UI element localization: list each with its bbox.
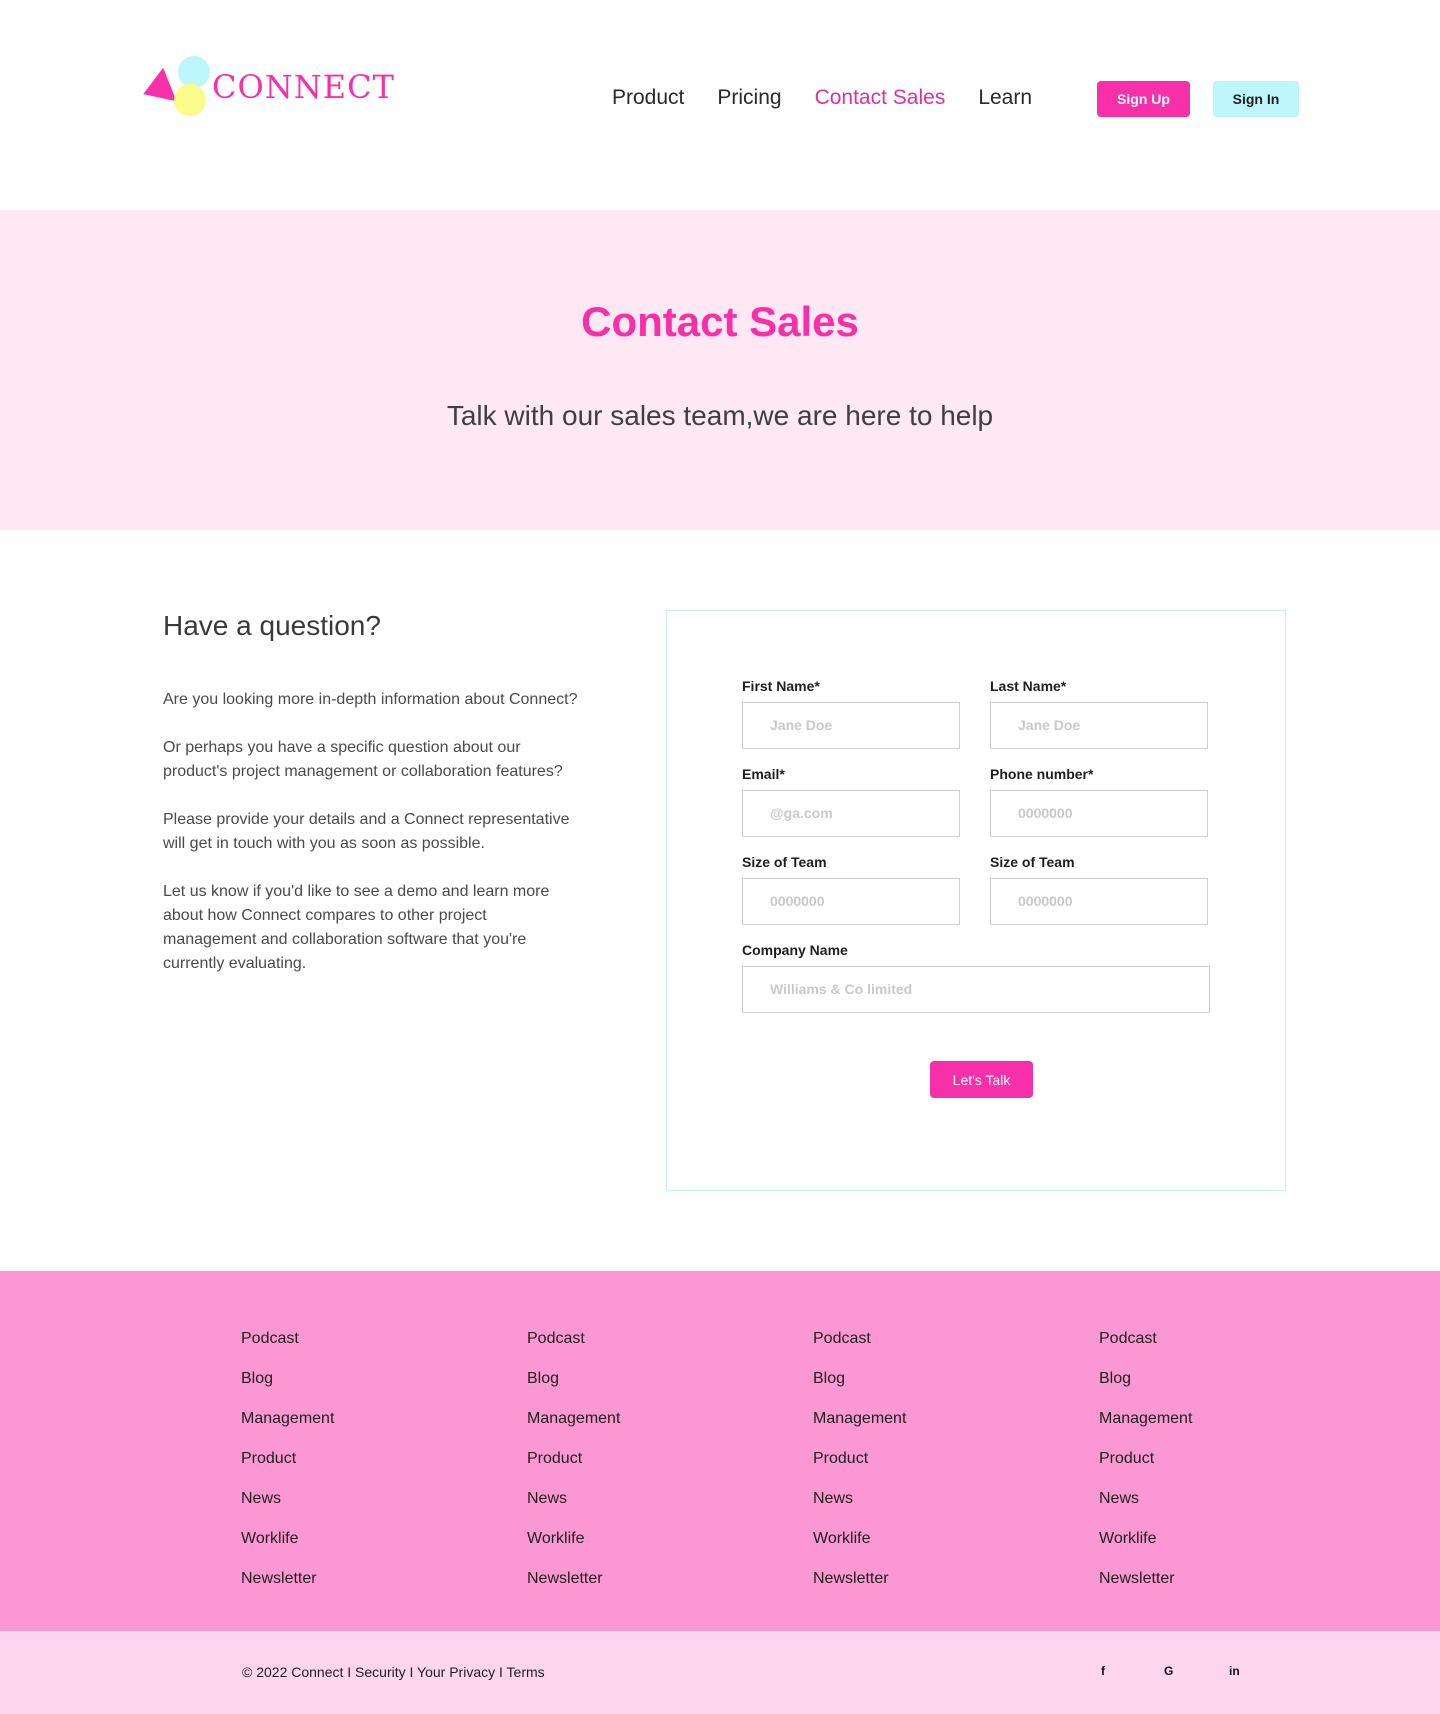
intro-section: Have a question? Are you looking more in… <box>163 610 583 1000</box>
footer-link-newsletter[interactable]: Newsletter <box>1099 1569 1192 1609</box>
first-name-input[interactable]: Jane Doe <box>742 702 960 749</box>
page-subtitle: Talk with our sales team,we are here to … <box>446 400 994 431</box>
footer-link-news[interactable]: News <box>813 1489 906 1529</box>
team-size-label: Size of Team <box>742 854 827 870</box>
email-label: Email* <box>742 766 785 782</box>
linkedin-icon[interactable]: in <box>1229 1664 1240 1678</box>
footer-column: Podcast Blog Management Product News Wor… <box>527 1329 620 1609</box>
footer-link-newsletter[interactable]: Newsletter <box>241 1569 334 1609</box>
nav-item-pricing[interactable]: Pricing <box>717 86 781 110</box>
site-header: CONNECT Product Pricing Contact Sales Le… <box>0 0 1440 210</box>
footer-link-product[interactable]: Product <box>1099 1449 1192 1489</box>
footer-bottom-bar: © 2022 Connect I Security I Your Privacy… <box>0 1631 1440 1714</box>
footer-link-blog[interactable]: Blog <box>1099 1369 1192 1409</box>
first-name-label: First Name* <box>742 678 820 694</box>
logo-circle-icon <box>174 84 206 116</box>
company-input[interactable]: Williams & Co limited <box>742 966 1210 1013</box>
footer-column: Podcast Blog Management Product News Wor… <box>813 1329 906 1609</box>
last-name-input[interactable]: Jane Doe <box>990 702 1208 749</box>
connect-logo[interactable]: CONNECT <box>143 54 394 120</box>
page-title: Contact Sales <box>581 298 859 345</box>
footer-links: Podcast Blog Management Product News Wor… <box>0 1271 1440 1631</box>
contact-form: First Name* Jane Doe Last Name* Jane Doe… <box>666 610 1286 1191</box>
lets-talk-button[interactable]: Let's Talk <box>930 1061 1033 1098</box>
sign-up-button[interactable]: Sign Up <box>1097 81 1190 117</box>
team-size-field-group: Size of Team 0000000 <box>742 854 960 925</box>
footer-link-podcast[interactable]: Podcast <box>1099 1329 1192 1369</box>
phone-input[interactable]: 0000000 <box>990 790 1208 837</box>
footer-link-management[interactable]: Management <box>813 1409 906 1449</box>
footer-link-product[interactable]: Product <box>241 1449 334 1489</box>
google-icon[interactable]: G <box>1164 1664 1173 1678</box>
intro-paragraph: Or perhaps you have a specific question … <box>163 739 563 780</box>
footer-link-podcast[interactable]: Podcast <box>241 1329 334 1369</box>
footer-link-blog[interactable]: Blog <box>813 1369 906 1409</box>
footer-link-management[interactable]: Management <box>1099 1409 1192 1449</box>
hero-banner: Contact Sales Talk with our sales team,w… <box>0 210 1440 530</box>
phone-field-group: Phone number* 0000000 <box>990 766 1208 837</box>
footer-link-news[interactable]: News <box>527 1489 620 1529</box>
footer-link-newsletter[interactable]: Newsletter <box>813 1569 906 1609</box>
email-input[interactable]: @ga.com <box>742 790 960 837</box>
footer-link-podcast[interactable]: Podcast <box>527 1329 620 1369</box>
footer-link-news[interactable]: News <box>241 1489 334 1529</box>
intro-heading: Have a question? <box>163 610 381 641</box>
footer-link-news[interactable]: News <box>1099 1489 1192 1529</box>
main-nav: Product Pricing Contact Sales Learn <box>612 86 1065 110</box>
footer-link-worklife[interactable]: Worklife <box>813 1529 906 1569</box>
logo-circle-icon <box>178 56 210 88</box>
facebook-icon[interactable]: f <box>1101 1664 1105 1678</box>
intro-paragraph: Let us know if you'd like to see a demo … <box>163 883 550 972</box>
footer-link-podcast[interactable]: Podcast <box>813 1329 906 1369</box>
company-field-group: Company Name Williams & Co limited <box>742 942 1210 1013</box>
intro-paragraph: Are you looking more in-depth informatio… <box>163 691 578 708</box>
intro-paragraph: Please provide your details and a Connec… <box>163 811 570 852</box>
footer-link-management[interactable]: Management <box>241 1409 334 1449</box>
footer-link-worklife[interactable]: Worklife <box>241 1529 334 1569</box>
last-name-field-group: Last Name* Jane Doe <box>990 678 1208 749</box>
company-label: Company Name <box>742 942 848 958</box>
nav-item-product[interactable]: Product <box>612 86 684 110</box>
nav-item-learn[interactable]: Learn <box>978 86 1032 110</box>
team-size-input[interactable]: 0000000 <box>742 878 960 925</box>
team-size-field-group: Size of Team 0000000 <box>990 854 1208 925</box>
copyright-text: © 2022 Connect I Security I Your Privacy… <box>242 1664 545 1680</box>
phone-label: Phone number* <box>990 766 1094 782</box>
team-size-input[interactable]: 0000000 <box>990 878 1208 925</box>
footer-link-blog[interactable]: Blog <box>527 1369 620 1409</box>
email-field-group: Email* @ga.com <box>742 766 960 837</box>
footer-column: Podcast Blog Management Product News Wor… <box>241 1329 334 1609</box>
logo-wordmark: CONNECT <box>212 68 395 106</box>
footer-link-blog[interactable]: Blog <box>241 1369 334 1409</box>
nav-item-contact-sales[interactable]: Contact Sales <box>815 86 946 110</box>
footer-column: Podcast Blog Management Product News Wor… <box>1099 1329 1192 1609</box>
footer-link-worklife[interactable]: Worklife <box>1099 1529 1192 1569</box>
footer-link-worklife[interactable]: Worklife <box>527 1529 620 1569</box>
footer-link-newsletter[interactable]: Newsletter <box>527 1569 620 1609</box>
team-size-label: Size of Team <box>990 854 1075 870</box>
footer-link-product[interactable]: Product <box>527 1449 620 1489</box>
first-name-field-group: First Name* Jane Doe <box>742 678 960 749</box>
footer-link-management[interactable]: Management <box>527 1409 620 1449</box>
sign-in-button[interactable]: Sign In <box>1213 81 1299 117</box>
footer-link-product[interactable]: Product <box>813 1449 906 1489</box>
last-name-label: Last Name* <box>990 678 1067 694</box>
